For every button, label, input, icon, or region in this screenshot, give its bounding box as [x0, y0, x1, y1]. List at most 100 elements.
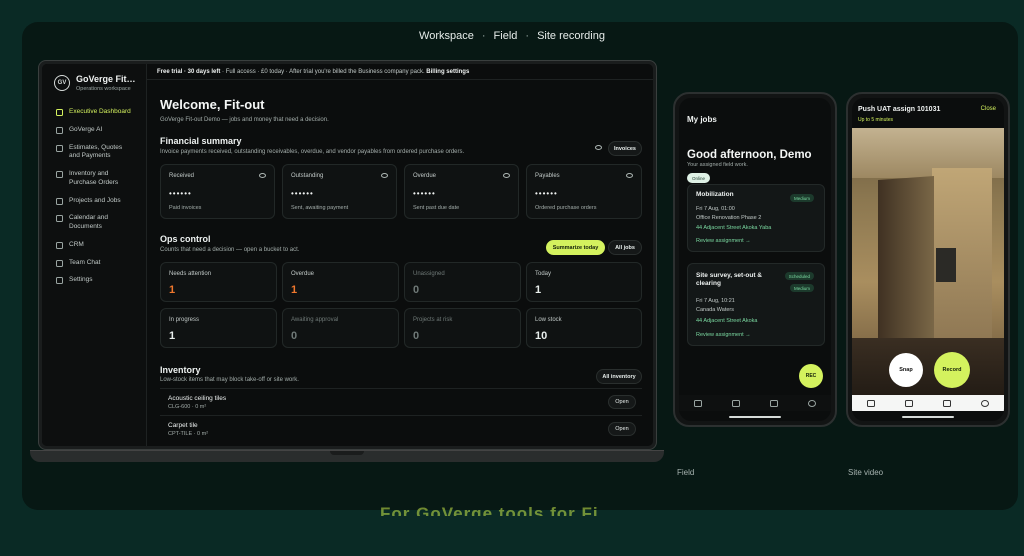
review-assignment-link[interactable]: Review assignment → — [696, 238, 751, 244]
eye-icon[interactable] — [503, 173, 510, 178]
open-button[interactable]: Open — [608, 395, 636, 409]
card-label: Projects at risk — [413, 317, 453, 323]
calendar-icon[interactable] — [732, 399, 740, 407]
card-note: Paid invoices — [169, 205, 202, 211]
close-button[interactable]: Close — [981, 106, 996, 112]
sidebar-nav: Executive Dashboard GoVerge AI Estimates… — [42, 108, 146, 285]
ops-card-in-progress[interactable]: In progress 1 — [160, 308, 277, 348]
card-label: Today — [535, 271, 552, 277]
review-assignment-link[interactable]: Review assignment → — [696, 332, 751, 338]
ops-card-today[interactable]: Today 1 — [526, 262, 642, 302]
time-limit: Up to 5 minutes — [858, 117, 894, 123]
eye-icon[interactable] — [381, 173, 388, 178]
sidebar-item-inventory[interactable]: Inventory and Purchase Orders — [42, 170, 146, 188]
sidebar-item-label: Executive Dashboard — [69, 108, 131, 115]
sidebar-item-executive-dashboard[interactable]: Executive Dashboard — [42, 108, 146, 117]
sidebar-item-settings[interactable]: Settings — [42, 276, 146, 285]
eye-icon[interactable] — [595, 145, 602, 150]
recording-title: Push UAT assign 101031 — [858, 106, 941, 113]
record-fab[interactable]: REC — [799, 364, 823, 388]
inventory-row[interactable]: Carpet tile CPT-TILE · 0 m² Open — [160, 415, 642, 442]
trial-text: · Full access · £0 today · After trial y… — [220, 69, 427, 75]
summarize-today-button[interactable]: Summarize today — [546, 240, 605, 255]
trial-banner: Free trial · 30 days left · Full access … — [147, 64, 653, 80]
card-label: Needs attention — [169, 271, 212, 277]
ops-card-low-stock[interactable]: Low stock 10 — [526, 308, 642, 348]
card-count: 1 — [291, 284, 298, 296]
all-jobs-button[interactable]: All jobs — [608, 240, 642, 255]
financial-card-payables[interactable]: Payables •••••• Ordered purchase orders — [526, 164, 642, 219]
phone-site-video: Push UAT assign 101031 Close Up to 5 min… — [846, 92, 1010, 427]
financial-card-outstanding[interactable]: Outstanding •••••• Sent, awaiting paymen… — [282, 164, 397, 219]
gear-icon[interactable] — [808, 399, 816, 407]
folder-icon — [56, 197, 63, 205]
header-title: My jobs — [687, 115, 717, 124]
receipt-icon — [56, 144, 63, 152]
financial-summary-title: Financial summary — [160, 136, 242, 146]
card-count: 0 — [413, 284, 420, 296]
gear-icon[interactable] — [981, 399, 989, 407]
eye-icon[interactable] — [259, 173, 266, 178]
card-count: 1 — [169, 284, 176, 296]
sidebar-item-label: Settings — [69, 276, 93, 284]
sidebar-item-goverge-ai[interactable]: GoVerge AI — [42, 126, 146, 135]
job-title: Site survey, set-out & clearing — [696, 272, 762, 288]
sidebar-item-label: Calendar and Documents — [69, 214, 109, 231]
financial-card-received[interactable]: Received •••••• Paid invoices — [160, 164, 275, 219]
sidebar: GV GoVerge Fit… Operations workspace Exe… — [42, 64, 147, 446]
card-label: Outstanding — [291, 173, 324, 179]
open-button[interactable]: Open — [608, 422, 636, 436]
job-date: Fri 7 Aug, 01:00 — [696, 206, 735, 212]
sidebar-item-estimates[interactable]: Estimates, Quotes and Payments — [42, 144, 146, 162]
laptop-notch — [330, 451, 364, 455]
invoices-button[interactable]: Invoices — [608, 141, 642, 156]
all-inventory-button[interactable]: All inventory — [596, 369, 642, 384]
job-card[interactable]: Site survey, set-out & clearing Schedule… — [687, 263, 825, 346]
masked-value: •••••• — [169, 189, 192, 198]
sidebar-item-label: Team Chat — [69, 258, 101, 266]
ops-card-needs-attention[interactable]: Needs attention 1 — [160, 262, 277, 302]
job-card[interactable]: Mobilization Medium Fri 7 Aug, 01:00 Off… — [687, 184, 825, 252]
card-label: Payables — [535, 173, 560, 179]
sparkle-icon — [56, 126, 63, 134]
ops-card-unassigned[interactable]: Unassigned 0 — [404, 262, 521, 302]
eye-icon[interactable] — [626, 173, 633, 178]
card-label: Overdue — [413, 173, 437, 179]
brand[interactable]: GV GoVerge Fit… Operations workspace — [42, 64, 146, 92]
job-date: Fri 7 Aug, 10:21 — [696, 298, 735, 304]
sidebar-item-crm[interactable]: CRM — [42, 241, 146, 250]
briefcase-icon[interactable] — [694, 399, 702, 407]
job-place: Canada Waters — [696, 307, 735, 313]
card-label: Unassigned — [413, 271, 445, 277]
ops-card-awaiting-approval[interactable]: Awaiting approval 0 — [282, 308, 399, 348]
inventory-row[interactable]: Acoustic ceiling tiles CLG-600 · 0 m² Op… — [160, 388, 642, 415]
record-button[interactable]: Record — [934, 352, 970, 388]
sidebar-item-team-chat[interactable]: Team Chat — [42, 259, 146, 268]
billing-settings-link[interactable]: Billing settings — [426, 69, 469, 75]
card-label: Awaiting approval — [291, 317, 339, 323]
tab-bar — [852, 395, 1004, 411]
card-label: Overdue — [291, 271, 315, 277]
chat-icon[interactable] — [943, 399, 951, 407]
sidebar-item-label: Inventory and Purchase Orders — [69, 170, 119, 186]
inventory-item-name: Acoustic ceiling tiles — [168, 395, 227, 402]
window — [936, 248, 956, 282]
sidebar-item-projects[interactable]: Projects and Jobs — [42, 197, 146, 206]
financial-card-overdue[interactable]: Overdue •••••• Sent past due date — [404, 164, 519, 219]
page-subtitle: GoVerge Fit-out Demo — jobs and money th… — [160, 117, 329, 123]
calendar-icon[interactable] — [905, 399, 913, 407]
inventory-title: Inventory — [160, 365, 201, 375]
laptop-screen: GV GoVerge Fit… Operations workspace Exe… — [42, 64, 653, 446]
inventory-subtitle: Low-stock items that may block take-off … — [160, 377, 299, 383]
status-badge: Scheduled — [784, 272, 814, 280]
snap-button[interactable]: Snap — [889, 353, 923, 387]
breadcrumb-item[interactable]: Site recording — [537, 30, 605, 42]
ops-card-overdue[interactable]: Overdue 1 — [282, 262, 399, 302]
job-address: 44 Adjacent Street Akoka Yaba — [696, 225, 772, 231]
sidebar-item-calendar[interactable]: Calendar and Documents — [42, 214, 146, 232]
chat-icon[interactable] — [770, 399, 778, 407]
breadcrumb-item[interactable]: Workspace — [419, 30, 474, 42]
briefcase-icon[interactable] — [867, 399, 875, 407]
breadcrumb-item[interactable]: Field — [494, 30, 518, 42]
ops-card-projects-at-risk[interactable]: Projects at risk 0 — [404, 308, 521, 348]
